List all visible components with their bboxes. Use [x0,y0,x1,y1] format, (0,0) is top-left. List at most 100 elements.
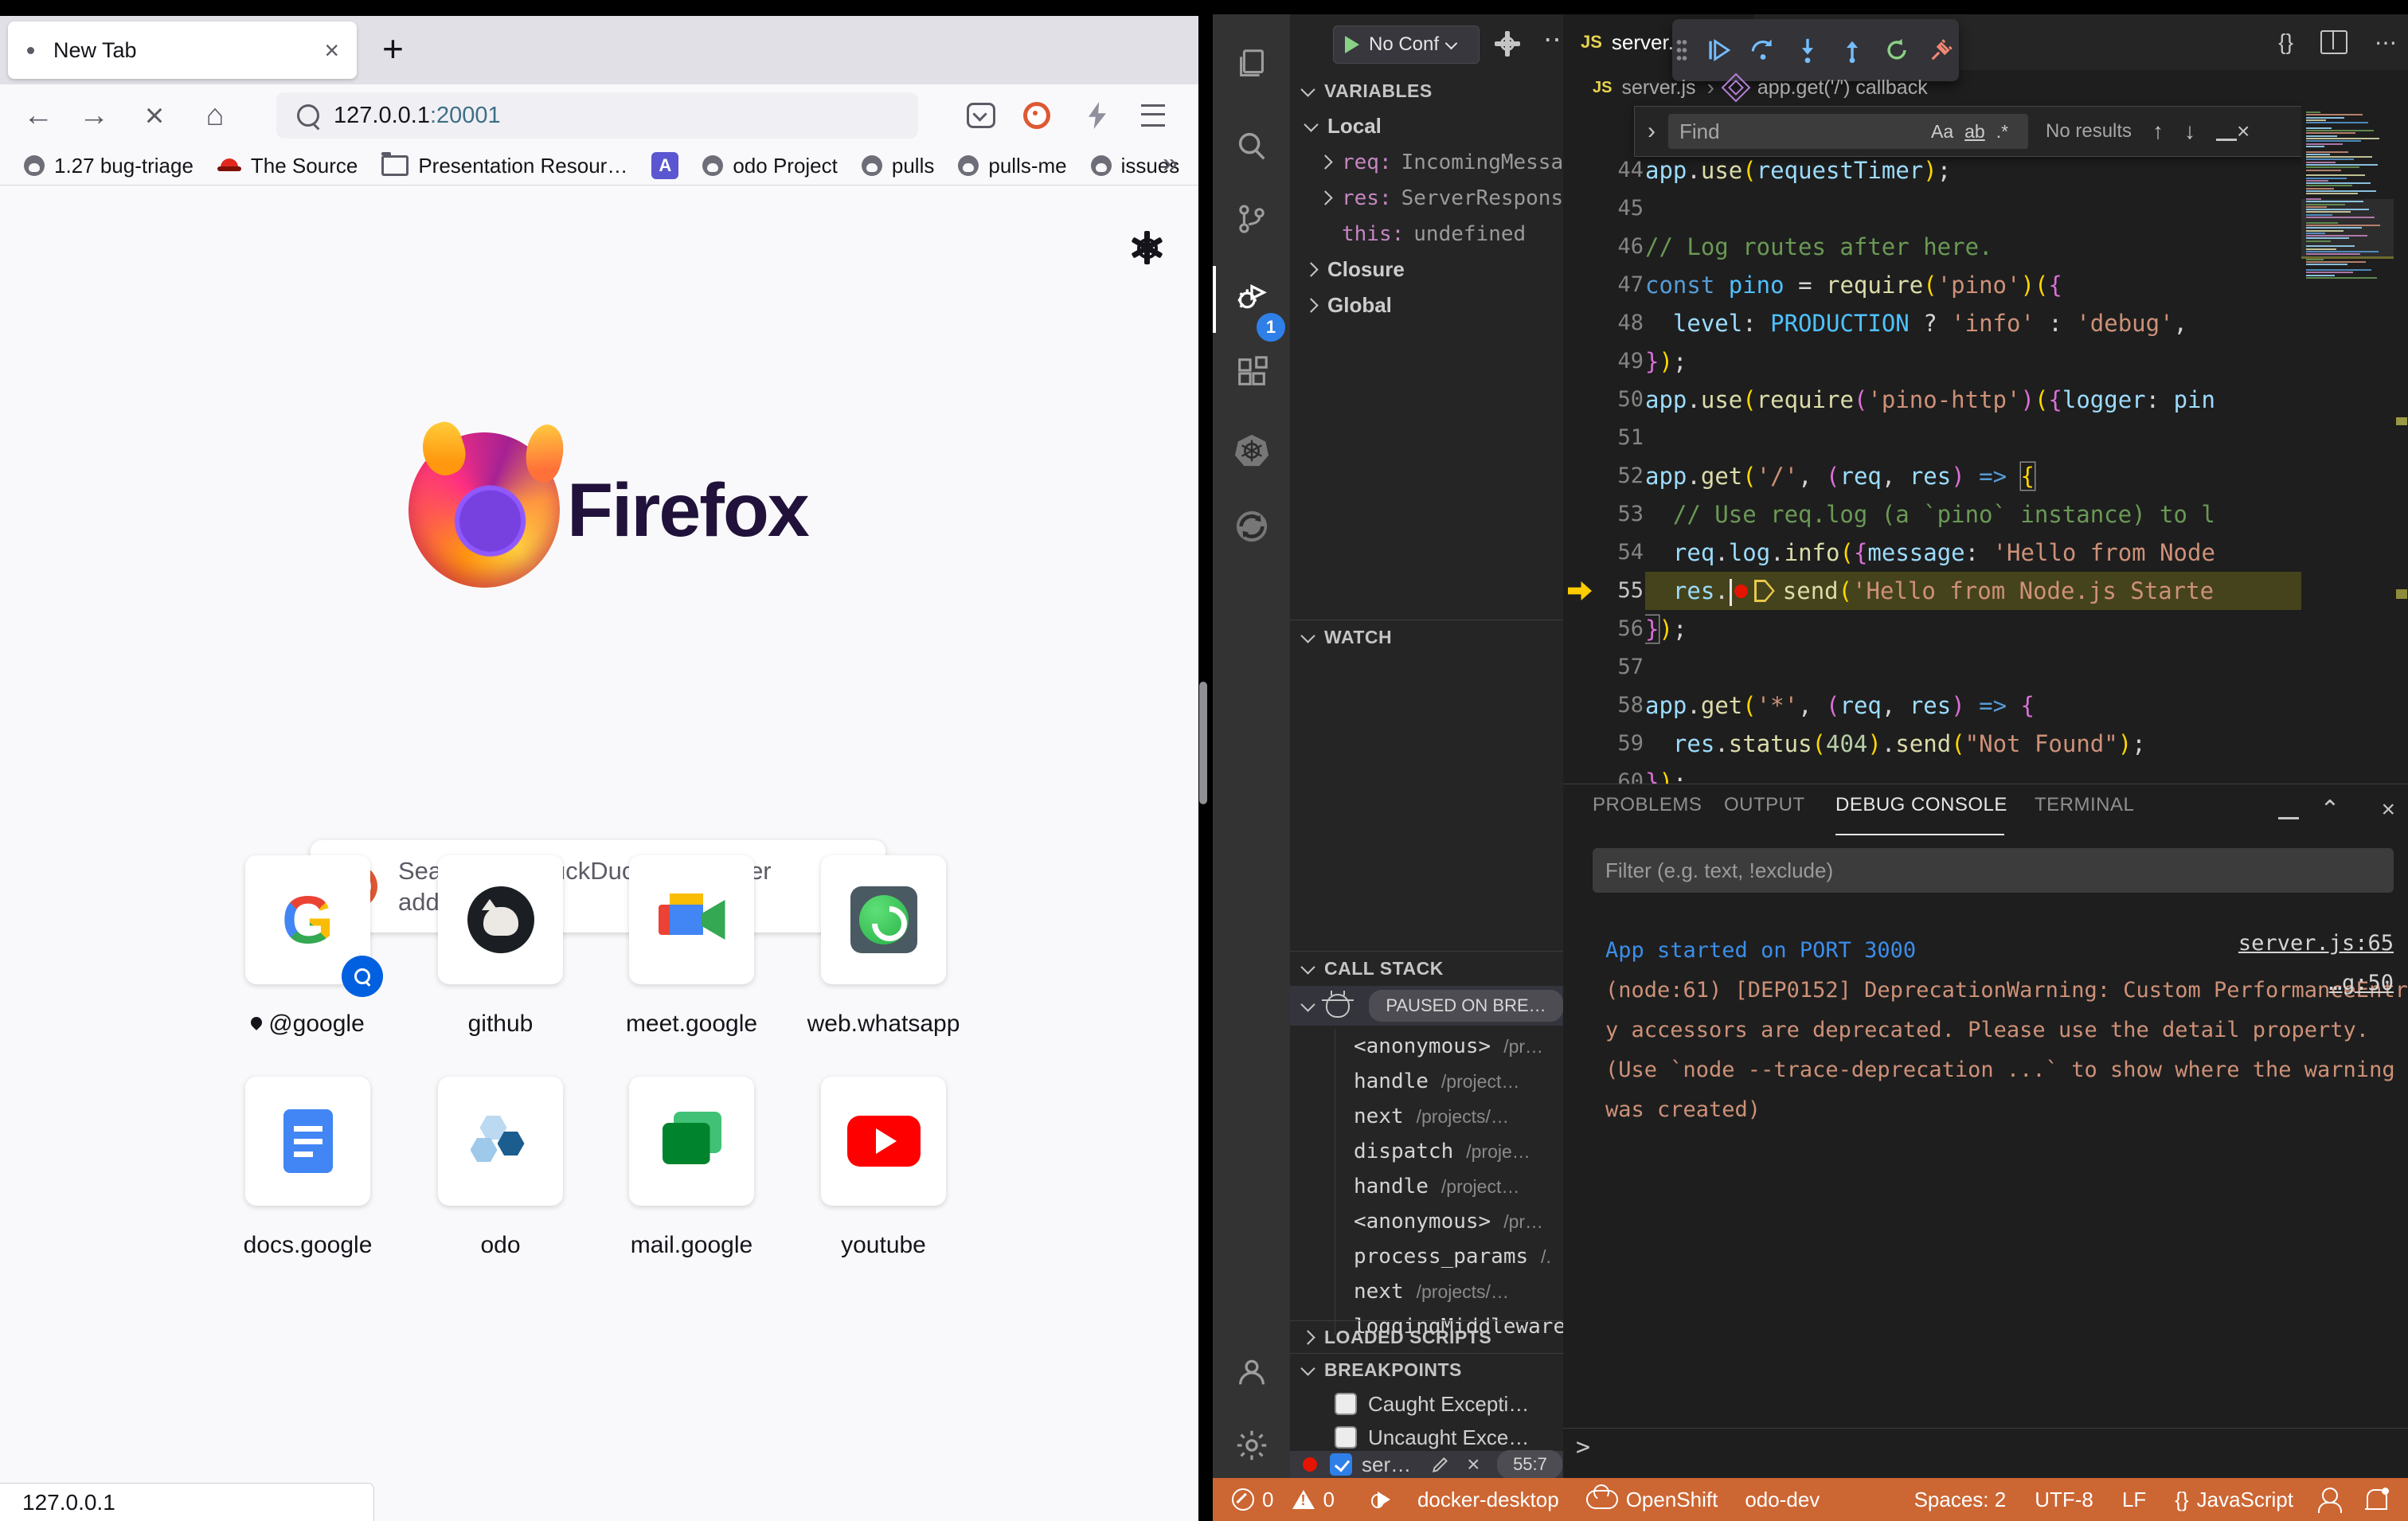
shortcut--google[interactable]: G [245,855,370,984]
notifications-bell-icon[interactable] [2367,1489,2387,1510]
stack-frame[interactable]: process_params/. [1290,1239,1563,1274]
editor-more-actions-icon[interactable]: ⋯ [2375,29,2397,56]
find-widget[interactable]: › Aa ab .* No results ↑ ↓ × [1634,106,2316,157]
newtab-settings-gear-icon[interactable] [1131,232,1163,264]
step-out-button[interactable] [1839,37,1866,64]
bookmarks-overflow-chevron[interactable]: » [1163,148,1178,179]
shortcut-meet-google[interactable] [629,855,754,984]
menu-button[interactable] [1132,84,1174,147]
regex-toggle[interactable]: .* [1996,121,2008,143]
variable-row[interactable]: this:undefined [1290,216,1563,252]
stack-frame[interactable]: handle/project… [1290,1064,1563,1099]
variable-row[interactable]: Global [1290,287,1563,323]
url-bar[interactable]: 127.0.0.1 :20001 [276,92,918,139]
start-debug-icon[interactable] [1345,36,1359,53]
stack-frame[interactable]: <anonymous>/pr… [1290,1204,1563,1239]
watch-section-header[interactable]: WATCH [1290,620,1563,654]
debug-session-row[interactable]: PAUSED ON BRE… [1290,986,1563,1026]
code-line[interactable]: const pino = require('pino')({ [1645,266,2301,304]
code-line[interactable]: res.status(404).send("Not Found"); [1645,725,2301,763]
search-icon[interactable] [1213,111,1290,180]
breakpoints-section-header[interactable]: BREAKPOINTS [1290,1354,1563,1386]
match-case-toggle[interactable]: Aa [1931,121,1953,143]
explorer-icon[interactable] [1213,30,1290,99]
code-line[interactable]: req.log.info({message: 'Hello from Node [1645,534,2301,572]
stack-frame[interactable]: handle/project… [1290,1169,1563,1204]
feedback-icon[interactable] [2322,1488,2338,1511]
panel-tab-output[interactable]: OUTPUT [1724,794,1805,816]
bookmark-item[interactable]: pulls-me [958,154,1066,178]
continue-button[interactable] [1705,37,1732,64]
tab-close-icon[interactable]: × [324,37,339,63]
docker-context[interactable]: docker-desktop [1417,1488,1559,1512]
shortcut-docs-google[interactable] [245,1077,370,1206]
code-line[interactable]: app.use(require('pino-http')({logger: pi… [1645,381,2301,419]
whole-word-toggle[interactable]: ab [1964,121,1985,143]
browser-tab-new-tab[interactable]: New Tab × [8,22,357,79]
variable-row[interactable]: res:ServerResponse… [1290,180,1563,216]
launch-config-dropdown[interactable]: No Conf [1333,25,1480,64]
accounts-icon[interactable] [1213,1338,1290,1406]
toolbar-drag-grip[interactable] [1676,38,1687,62]
eol-status[interactable]: LF [2122,1488,2146,1512]
code-editor[interactable]: JS server.js {} ⋯ JS server.js › app.get… [1563,14,2408,784]
checkbox[interactable] [1335,1393,1357,1415]
window-scrollbar-thumb[interactable] [1199,682,1207,804]
openshift-context[interactable]: OpenShift [1586,1488,1718,1512]
variable-row[interactable]: Local [1290,108,1563,144]
indentation-status[interactable]: Spaces: 2 [1914,1488,2007,1512]
checkbox[interactable] [1335,1426,1357,1449]
breakpoint-server-row[interactable]: ser… × 55:7 [1290,1451,1563,1478]
variables-section-header[interactable]: VARIABLES [1290,75,1563,107]
disconnect-button[interactable] [1928,37,1955,64]
find-collapse-chevron[interactable]: › [1648,118,1656,145]
bookmark-item[interactable]: The Source [217,154,358,178]
console-input-row[interactable]: > [1563,1428,2408,1468]
bookmark-item[interactable]: Presentation Resour… [381,154,627,178]
panel-tab-debug-console[interactable]: DEBUG CONSOLE [1835,794,2007,816]
code-line[interactable]: // Log routes after here. [1645,228,2301,266]
encoding-status[interactable]: UTF-8 [2035,1488,2093,1512]
stack-frame[interactable]: dispatch/proje… [1290,1134,1563,1169]
shortcut-youtube[interactable] [821,1077,946,1206]
code-line[interactable] [1645,190,2301,228]
duckduckgo-extension-icon[interactable] [1016,84,1057,147]
stack-frame[interactable]: next/projects/… [1290,1099,1563,1134]
find-close-icon[interactable]: × [2237,119,2250,144]
panel-tab-problems[interactable]: PROBLEMS [1593,794,1702,816]
sticky-braces-icon[interactable]: {} [2278,29,2293,55]
extensions-icon[interactable] [1213,338,1290,406]
close-panel-icon[interactable]: × [2381,796,2395,823]
console-source-link[interactable]: server.js:65 [2238,931,2394,956]
step-into-button[interactable] [1794,37,1821,64]
edit-breakpoint-icon[interactable] [1430,1454,1451,1475]
code-line[interactable]: level: PRODUCTION ? 'info' : 'debug', [1645,304,2301,342]
code-line[interactable] [1645,419,2301,457]
checkbox[interactable] [1330,1453,1352,1476]
split-editor-icon[interactable] [2320,30,2347,54]
code-line[interactable]: }); [1645,763,2301,784]
panel-tab-terminal[interactable]: TERMINAL [2035,794,2134,816]
code-line[interactable]: app.use(requestTimer); [1645,151,2301,190]
remove-breakpoint-icon[interactable]: × [1467,1452,1480,1477]
shortcut-github[interactable] [438,855,563,984]
console-filter-input[interactable] [1593,848,2394,893]
debug-views-more-icon[interactable]: ⋯ [1543,24,1563,56]
code-line[interactable]: app.get('*', (req, res) => { [1645,686,2301,725]
shortcut-web-whatsapp[interactable] [821,855,946,984]
find-previous-icon[interactable]: ↑ [2152,119,2164,144]
code-line[interactable]: }); [1645,342,2301,381]
code-line[interactable]: // Use req.log (a `pino` instance) to l [1645,495,2301,534]
back-button[interactable]: ← [18,84,59,147]
stack-frame[interactable]: <anonymous>/pr… [1290,1029,1563,1064]
restart-button[interactable] [1883,37,1910,64]
breakpoint-uncaught-exceptions[interactable]: Uncaught Exce… [1290,1421,1563,1454]
find-next-icon[interactable]: ↓ [2184,119,2195,144]
bookmark-item[interactable]: odo Project [702,154,838,178]
language-status[interactable]: {}JavaScript [2175,1488,2293,1512]
source-control-icon[interactable] [1213,185,1290,253]
configure-gear-icon[interactable] [1495,32,1519,56]
forward-button[interactable]: → [73,84,115,147]
bookmark-item[interactable]: 1.27 bug-triage [24,154,194,178]
debug-status-icon[interactable] [1362,1492,1390,1507]
